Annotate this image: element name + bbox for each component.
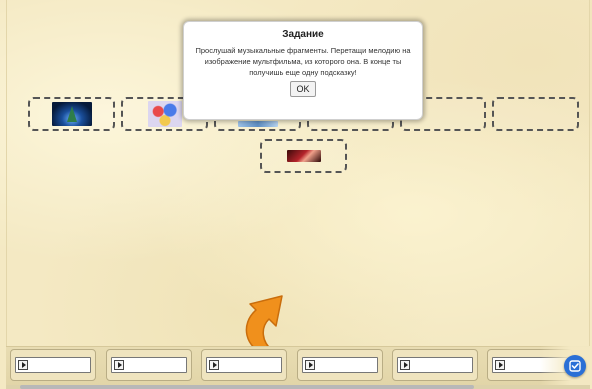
horizontal-scrollbar[interactable] [6,385,590,389]
audio-player[interactable] [206,357,282,373]
ok-button[interactable]: OK [290,81,316,97]
audio-fragment-3[interactable] [201,349,287,381]
dialog-title: Задание [282,29,324,40]
play-icon[interactable] [495,360,505,370]
play-icon[interactable] [305,360,315,370]
dialog-text: Прослушай музыкальные фрагменты. Перетащ… [195,46,411,77]
play-icon[interactable] [209,360,219,370]
drop-zone-7[interactable] [260,139,347,173]
scrollbar-thumb[interactable] [20,385,474,389]
audio-fragment-5[interactable] [392,349,478,381]
audio-fragment-2[interactable] [106,349,192,381]
audio-fragment-1[interactable] [10,349,96,381]
drop-zone-6[interactable] [492,97,579,131]
toys-cartoon-image[interactable] [147,101,182,127]
red-cartoon-image[interactable] [286,150,321,162]
play-icon[interactable] [400,360,410,370]
winter-blue-cartoon-image[interactable] [237,121,278,127]
audio-fragment-4[interactable] [297,349,383,381]
check-icon [569,360,581,372]
audio-player[interactable] [397,357,473,373]
check-button[interactable] [564,355,586,377]
drop-zone-1[interactable] [28,97,115,131]
play-icon[interactable] [18,360,28,370]
audio-player[interactable] [15,357,91,373]
play-icon[interactable] [114,360,124,370]
christmas-tree-cartoon-image[interactable] [51,102,92,126]
audio-player[interactable] [302,357,378,373]
audio-player[interactable] [111,357,187,373]
task-dialog: Задание Прослушай музыкальные фрагменты.… [183,21,423,120]
